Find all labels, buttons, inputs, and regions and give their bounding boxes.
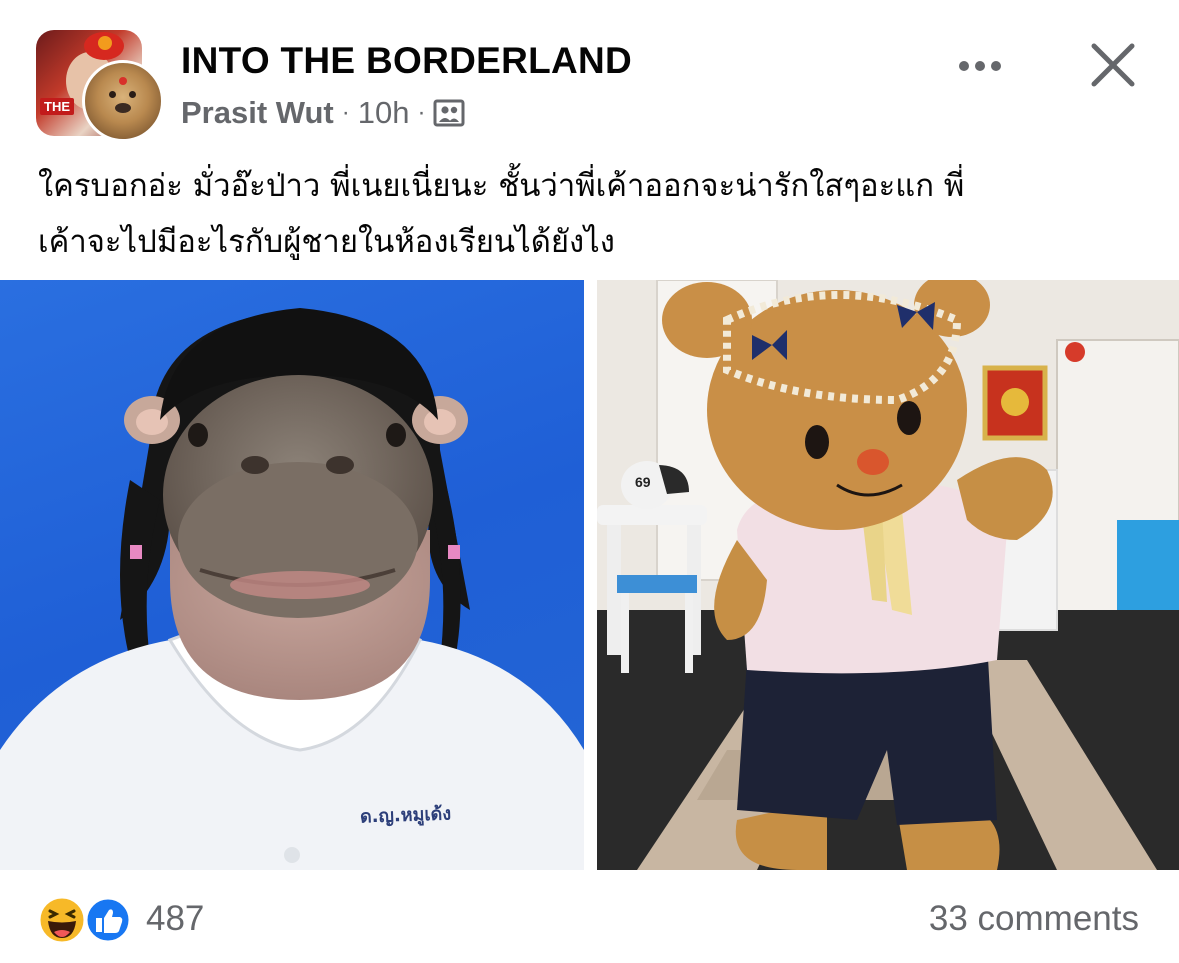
meta-separator: · bbox=[341, 99, 350, 126]
author-name[interactable]: Prasit Wut bbox=[181, 95, 334, 131]
post-photo-right[interactable]: 69 bbox=[597, 280, 1179, 870]
close-icon bbox=[1091, 43, 1135, 87]
reaction-count[interactable]: 487 bbox=[146, 899, 204, 939]
like-reaction-icon bbox=[84, 896, 132, 944]
post-caption: ใครบอกอ่ะ มั่วอ๊ะป่าว พี่เนยเนี่ยนะ ชั้น… bbox=[38, 158, 1148, 270]
more-options-button[interactable] bbox=[948, 46, 1012, 86]
post-time[interactable]: 10h bbox=[358, 95, 410, 131]
caption-line: ใครบอกอ่ะ มั่วอ๊ะป่าว พี่เนยเนี่ยนะ ชั้น… bbox=[38, 168, 965, 204]
dot-icon bbox=[991, 61, 1001, 71]
dot-icon bbox=[975, 61, 985, 71]
group-audience-icon[interactable] bbox=[433, 99, 465, 127]
comments-count[interactable]: 33 comments bbox=[929, 899, 1139, 939]
caption-line: เค้าจะไปมีอะไรกับผู้ชายในห้องเรียนได้ยัง… bbox=[38, 224, 615, 260]
dot-icon bbox=[959, 61, 969, 71]
hippo-student-image bbox=[0, 308, 584, 870]
close-button[interactable] bbox=[1086, 38, 1140, 92]
name-tag: ด.ญ.หมูเด้ง bbox=[359, 803, 452, 828]
page-name[interactable]: INTO THE BORDERLAND bbox=[181, 40, 632, 82]
reaction-icons[interactable] bbox=[36, 895, 136, 945]
bear-mascot-image bbox=[597, 280, 1179, 870]
helmet-number: 69 bbox=[635, 474, 651, 490]
meta-separator: · bbox=[417, 99, 426, 126]
post-meta: Prasit Wut · 10h · bbox=[181, 95, 465, 131]
haha-reaction-icon bbox=[37, 895, 87, 945]
post-photo-left[interactable]: ด.ญ.หมูเด้ง bbox=[0, 280, 584, 870]
avatar-tag: THE bbox=[40, 98, 74, 115]
avatar-group[interactable]: THE bbox=[36, 30, 164, 142]
author-avatar[interactable] bbox=[82, 60, 164, 142]
